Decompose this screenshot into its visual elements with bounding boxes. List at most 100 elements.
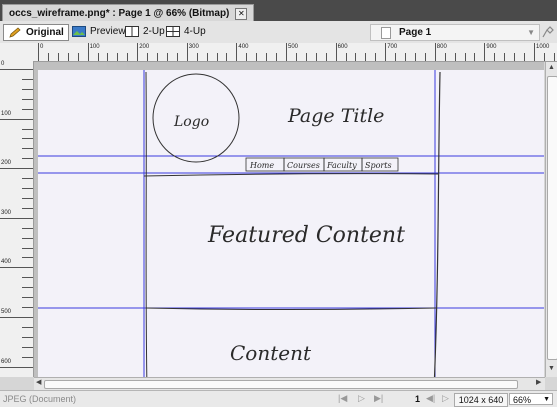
ruler-tick (0, 366, 33, 368)
ruler-tick (166, 53, 168, 61)
vertical-scroll-thumb[interactable] (547, 76, 557, 360)
ruler-tick (335, 43, 337, 61)
ruler-tick (77, 53, 79, 61)
document-dimensions[interactable]: 1024 x 640 (454, 393, 508, 407)
four-up-icon (166, 26, 180, 37)
ruler-tick (22, 287, 33, 289)
top-ruler-label: 800 (436, 44, 447, 50)
ruler-tick (474, 53, 476, 61)
scroll-right-icon[interactable]: ▶ (536, 378, 541, 386)
ruler-tick (176, 53, 178, 61)
ruler-tick (186, 43, 188, 61)
ruler-tick (375, 53, 377, 61)
ruler-tick (444, 53, 446, 61)
ruler-tick (0, 217, 33, 219)
top-ruler-label: 200 (139, 44, 150, 50)
ruler-tick (216, 53, 218, 61)
ruler-tick (97, 53, 99, 61)
left-ruler-label: 400 (1, 259, 12, 266)
document-tab[interactable]: occs_wireframe.png* : Page 1 @ 66% (Bitm… (2, 4, 255, 22)
ruler-tick (137, 43, 139, 61)
page-selector-label: Page 1 (399, 27, 432, 38)
horizontal-scrollbar[interactable]: ◀ ▶ (34, 377, 545, 390)
four-up-label: 4-Up (184, 26, 206, 37)
scroll-up-icon[interactable]: ▲ (548, 64, 555, 71)
zoom-value: 66% (513, 395, 532, 405)
ruler-tick (22, 227, 33, 229)
left-ruler-label: 300 (1, 209, 12, 216)
ruler-tick (226, 53, 228, 61)
canvas-viewport[interactable]: Logo Page Title Home Courses Faculty Spo… (34, 62, 544, 377)
horizontal-scroll-thumb[interactable] (44, 380, 518, 389)
ruler-tick (22, 257, 33, 259)
ruler-tick (543, 53, 545, 61)
ruler-tick (22, 207, 33, 209)
top-ruler-label: 500 (288, 44, 299, 50)
left-ruler-label: 100 (1, 110, 12, 117)
left-ruler[interactable]: 0 100 200 300 400 500 600 (0, 61, 34, 377)
pencil-icon (9, 27, 21, 38)
page-title-text: Page Title (287, 105, 384, 127)
scroll-down-icon[interactable]: ▼ (548, 365, 555, 372)
last-page-icon[interactable]: ▶| (374, 393, 383, 404)
previous-frame-icon[interactable]: ◀| (426, 393, 435, 404)
ruler-tick (22, 356, 33, 358)
ruler-tick (355, 53, 357, 61)
view-toolbar: Original Preview 2-Up 4-Up Page 1 ▼ (0, 21, 557, 44)
original-label: Original (26, 27, 64, 38)
ruler-tick (0, 69, 33, 70)
featured-content-text: Featured Content (207, 223, 405, 248)
ruler-tick (534, 43, 535, 61)
ruler-tick (414, 53, 416, 61)
ruler-tick (424, 53, 426, 61)
ruler-tick (365, 53, 367, 61)
top-ruler[interactable]: 0 100 200 300 400 500 600 700 800 900 1000 (0, 43, 557, 62)
zoom-select[interactable]: 66% ▼ (509, 393, 553, 405)
play-icon[interactable]: ▷ (358, 393, 365, 404)
logo-text: Logo (173, 114, 209, 130)
ruler-tick (305, 53, 307, 61)
ruler-tick (127, 53, 129, 61)
ruler-tick (22, 128, 33, 130)
ruler-tick (67, 53, 69, 61)
chevron-down-icon: ▼ (527, 28, 535, 37)
first-page-icon[interactable]: |◀ (338, 393, 347, 404)
ruler-tick (454, 53, 456, 61)
ruler-tick (553, 53, 555, 61)
ruler-tick (22, 88, 33, 90)
ruler-tick (0, 267, 33, 269)
original-view-button[interactable]: Original (3, 24, 69, 41)
top-ruler-label: 0 (40, 44, 44, 50)
document-tab-strip: occs_wireframe.png* : Page 1 @ 66% (Bitm… (0, 0, 557, 22)
ruler-tick (0, 118, 33, 120)
toolbar-options-icon[interactable] (541, 25, 555, 39)
ruler-tick (514, 53, 516, 61)
nav-courses-text: Courses (287, 161, 320, 170)
ruler-tick (345, 53, 347, 61)
two-up-icon (125, 26, 139, 37)
ruler-tick (236, 43, 238, 61)
content-text: Content (230, 341, 312, 365)
chevron-down-icon: ▼ (543, 396, 550, 403)
ruler-tick (0, 317, 33, 318)
ruler-tick (395, 53, 397, 61)
vertical-scrollbar[interactable]: ▲ ▼ (545, 62, 557, 377)
ruler-tick (157, 53, 159, 61)
ruler-tick (22, 78, 33, 80)
ruler-tick (107, 53, 109, 61)
sketch-line (145, 71, 148, 377)
ruler-tick (22, 148, 33, 150)
close-tab-icon[interactable]: ✕ (235, 7, 248, 20)
ruler-tick (266, 53, 268, 61)
ruler-tick (22, 277, 33, 279)
ruler-tick (38, 43, 39, 61)
top-ruler-label: 600 (337, 44, 348, 50)
wireframe-image: Logo Page Title Home Courses Faculty Spo… (38, 70, 544, 377)
scroll-left-icon[interactable]: ◀ (36, 378, 41, 386)
page-selector[interactable]: Page 1 ▼ (370, 24, 540, 41)
ruler-tick (22, 138, 33, 140)
four-up-view-button[interactable]: 4-Up (162, 24, 210, 39)
ruler-tick (315, 53, 317, 61)
next-frame-icon[interactable]: ▷ (442, 393, 449, 404)
ruler-tick (22, 158, 33, 160)
